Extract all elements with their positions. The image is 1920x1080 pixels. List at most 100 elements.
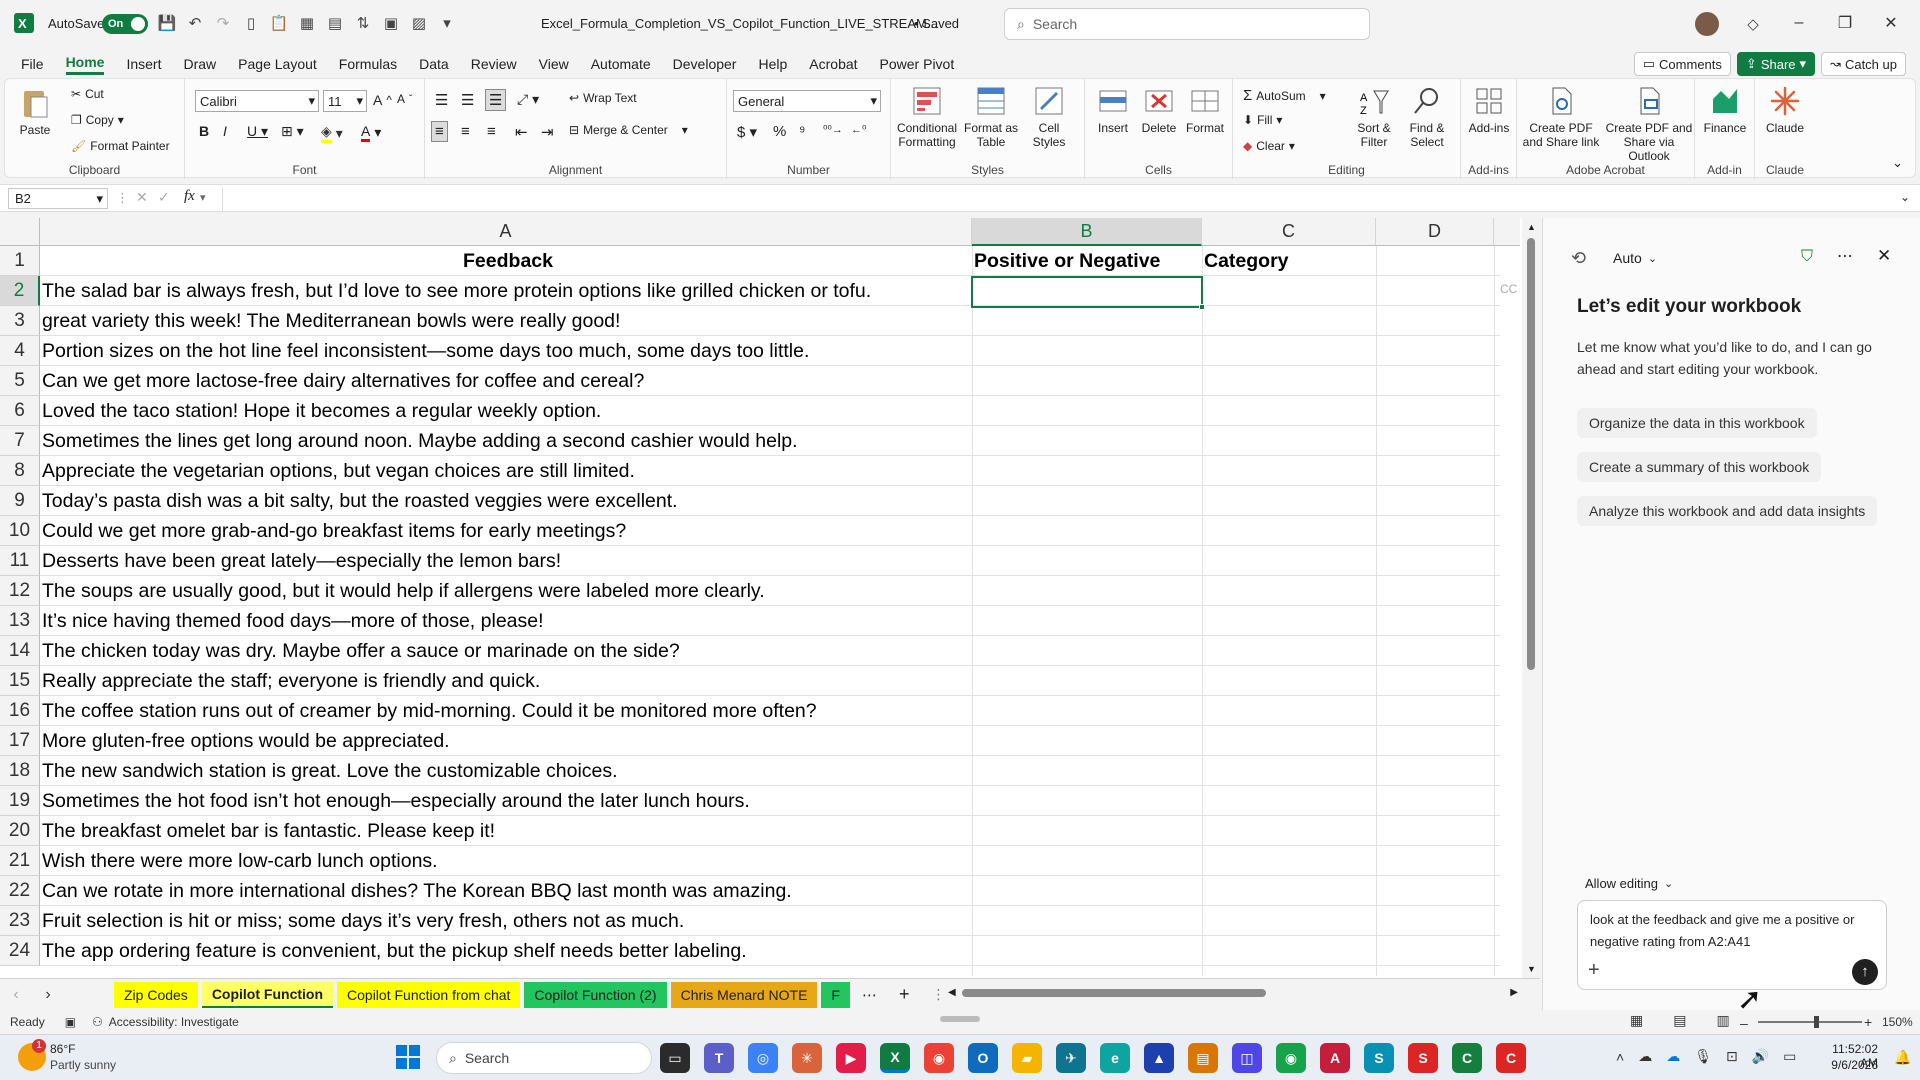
row-header[interactable]: 17 [0,726,40,756]
row-header[interactable]: 10 [0,516,40,546]
shrink-font-icon[interactable]: Aˇ [397,92,412,106]
mode-selector[interactable]: Auto ⌄ [1613,250,1657,266]
scroll-up-icon[interactable]: ▲ [1527,222,1536,232]
align-bottom-icon[interactable]: ☰ [485,89,507,111]
screenshot-qa-icon[interactable]: ▣ [380,12,402,34]
chrome-icon[interactable]: ◉ [924,1043,954,1073]
autosave-toggle[interactable]: On [102,14,148,34]
create-pdf-outlook-button[interactable]: Create PDF and Share via Outlook [1605,85,1693,163]
attach-plus-icon[interactable]: + [1588,959,1600,982]
acrobat-icon[interactable]: A [1320,1043,1350,1073]
app-icon-7[interactable]: C [1452,1043,1482,1073]
weather-temp[interactable]: 86°F [50,1042,75,1056]
row-header[interactable]: 24 [0,936,40,966]
header-cell-positive-negative[interactable]: Positive or Negative [974,246,1160,276]
feedback-cell[interactable]: The coffee station runs out of creamer b… [42,696,817,726]
row-header[interactable]: 21 [0,846,40,876]
copy-button[interactable]: ❐ Copy ▾ [71,113,124,127]
bold-icon[interactable]: B [199,123,209,139]
feedback-cell[interactable]: Sometimes the lines get long around noon… [42,426,798,456]
format-cells-button[interactable]: Format [1183,85,1227,135]
tab-view[interactable]: View [528,50,580,78]
image-qa-icon[interactable]: ▨ [408,12,430,34]
autosum-button[interactable]: Σ AutoSum ▾ [1243,87,1326,104]
feedback-cell[interactable]: It’s nice having themed food days—more o… [42,606,544,636]
network-icon[interactable]: ⊡ [1726,1048,1738,1065]
font-name-select[interactable]: Calibri ▾ [195,90,319,112]
scroll-down-icon[interactable]: ▼ [1527,964,1536,974]
shield-icon[interactable]: ⛉ [1801,248,1813,266]
more-icon[interactable]: ⋮ [116,190,129,206]
avatar[interactable] [1695,12,1719,36]
header-cell-feedback[interactable]: Feedback [42,246,974,276]
edge-icon[interactable]: e [1100,1043,1130,1073]
feedback-cell[interactable]: Sometimes the hot food isn’t hot enough—… [42,786,750,816]
allow-editing-dropdown[interactable]: Allow editing ⌄ [1585,876,1673,891]
sort-qa-icon[interactable]: ⇅ [352,12,374,34]
close-pane-icon[interactable]: ✕ [1877,246,1891,266]
accessibility-icon[interactable]: ⚇ [92,1015,103,1029]
row-header[interactable]: 23 [0,906,40,936]
claude-button[interactable]: Claude [1759,85,1811,135]
copilot-app-icon[interactable]: ◎ [748,1043,778,1073]
conditional-formatting-button[interactable]: Conditional Formatting [895,85,959,149]
tab-review[interactable]: Review [460,50,528,78]
add-sheet-icon[interactable]: + [899,984,910,1005]
scroll-left-icon[interactable]: ◀ [948,987,956,998]
font-color-icon[interactable]: A ▾ [361,123,381,142]
header-cell-category[interactable]: Category [1204,246,1289,276]
feedback-cell[interactable]: Really appreciate the staff; everyone is… [42,666,540,696]
chrome-profile-icon[interactable]: ◉ [1276,1043,1306,1073]
more-options-icon[interactable]: ⋯ [1837,246,1853,266]
feedback-cell[interactable]: Can we rotate in more international dish… [42,876,792,906]
vertical-scrollbar[interactable]: ▲ ▼ [1522,218,1540,978]
borders-qa-icon[interactable]: ▤ [324,12,346,34]
clock-date[interactable]: 9/6/2026 [1812,1058,1878,1072]
feedback-cell[interactable]: Today’s pasta dish was a bit salty, but … [42,486,678,516]
tab-insert[interactable]: Insert [115,50,172,78]
prev-sheet-icon[interactable]: ‹ [0,986,32,1004]
row-header[interactable]: 6 [0,396,40,426]
task-view-icon[interactable]: ▭ [660,1043,690,1073]
row-header[interactable]: 5 [0,366,40,396]
tab-power-pivot[interactable]: Power Pivot [869,50,966,78]
notifications-icon[interactable]: 🔔 [1894,1049,1911,1066]
feedback-cell[interactable]: The chicken today was dry. Maybe offer a… [42,636,680,666]
tab-developer[interactable]: Developer [662,50,748,78]
battery-icon[interactable]: ▭ [1783,1048,1796,1065]
fill-color-icon[interactable]: ◈ ▾ [321,123,343,143]
underline-icon[interactable]: U ▾ [247,123,268,140]
feedback-cell[interactable]: More gluten-free options would be apprec… [42,726,450,756]
row-header[interactable]: 9 [0,486,40,516]
save-icon[interactable]: 💾 [156,12,178,34]
addins-button[interactable]: Add-ins [1465,85,1513,135]
align-right-icon[interactable]: ≡ [487,123,496,140]
column-header-partial[interactable] [1494,218,1520,246]
row-header[interactable]: 8 [0,456,40,486]
orientation-icon[interactable]: ⤢ ▾ [517,91,539,108]
more-sheets-icon[interactable]: ⋯ [862,986,877,1004]
chat-input-box[interactable]: look at the feedback and give me a posit… [1577,900,1887,990]
format-as-table-button[interactable]: Format as Table [963,85,1019,149]
horizontal-scroll-thumb[interactable] [962,989,1266,997]
zoom-slider-thumb[interactable] [1814,1016,1819,1028]
currency-icon[interactable]: $ ▾ [737,123,757,141]
zoom-in-icon[interactable]: + [1864,1014,1872,1030]
decrease-decimal-icon[interactable]: ←⁰ [851,123,866,136]
macro-record-icon[interactable]: ▣ [65,1015,76,1029]
increase-indent-icon[interactable]: ⇥ [541,123,554,141]
row-header[interactable]: 16 [0,696,40,726]
name-box[interactable]: B2 ▾ [8,188,108,209]
zoom-slider[interactable] [1758,1021,1862,1023]
search-box[interactable]: ⌕ Search [1004,8,1370,40]
sheet-tab[interactable]: Copilot Function [201,981,334,1008]
column-header-a[interactable]: A [40,218,972,246]
sheet-tab[interactable]: Copilot Function from chat [337,981,521,1008]
row-header[interactable]: 3 [0,306,40,336]
feedback-cell[interactable]: great variety this week! The Mediterrane… [42,306,620,336]
page-layout-view-icon[interactable]: ▤ [1673,1012,1686,1029]
row-header[interactable]: 4 [0,336,40,366]
cancel-entry-icon[interactable]: ✕ [136,189,148,206]
feedback-cell[interactable]: Could we get more grab-and-go breakfast … [42,516,626,546]
row-header[interactable]: 22 [0,876,40,906]
